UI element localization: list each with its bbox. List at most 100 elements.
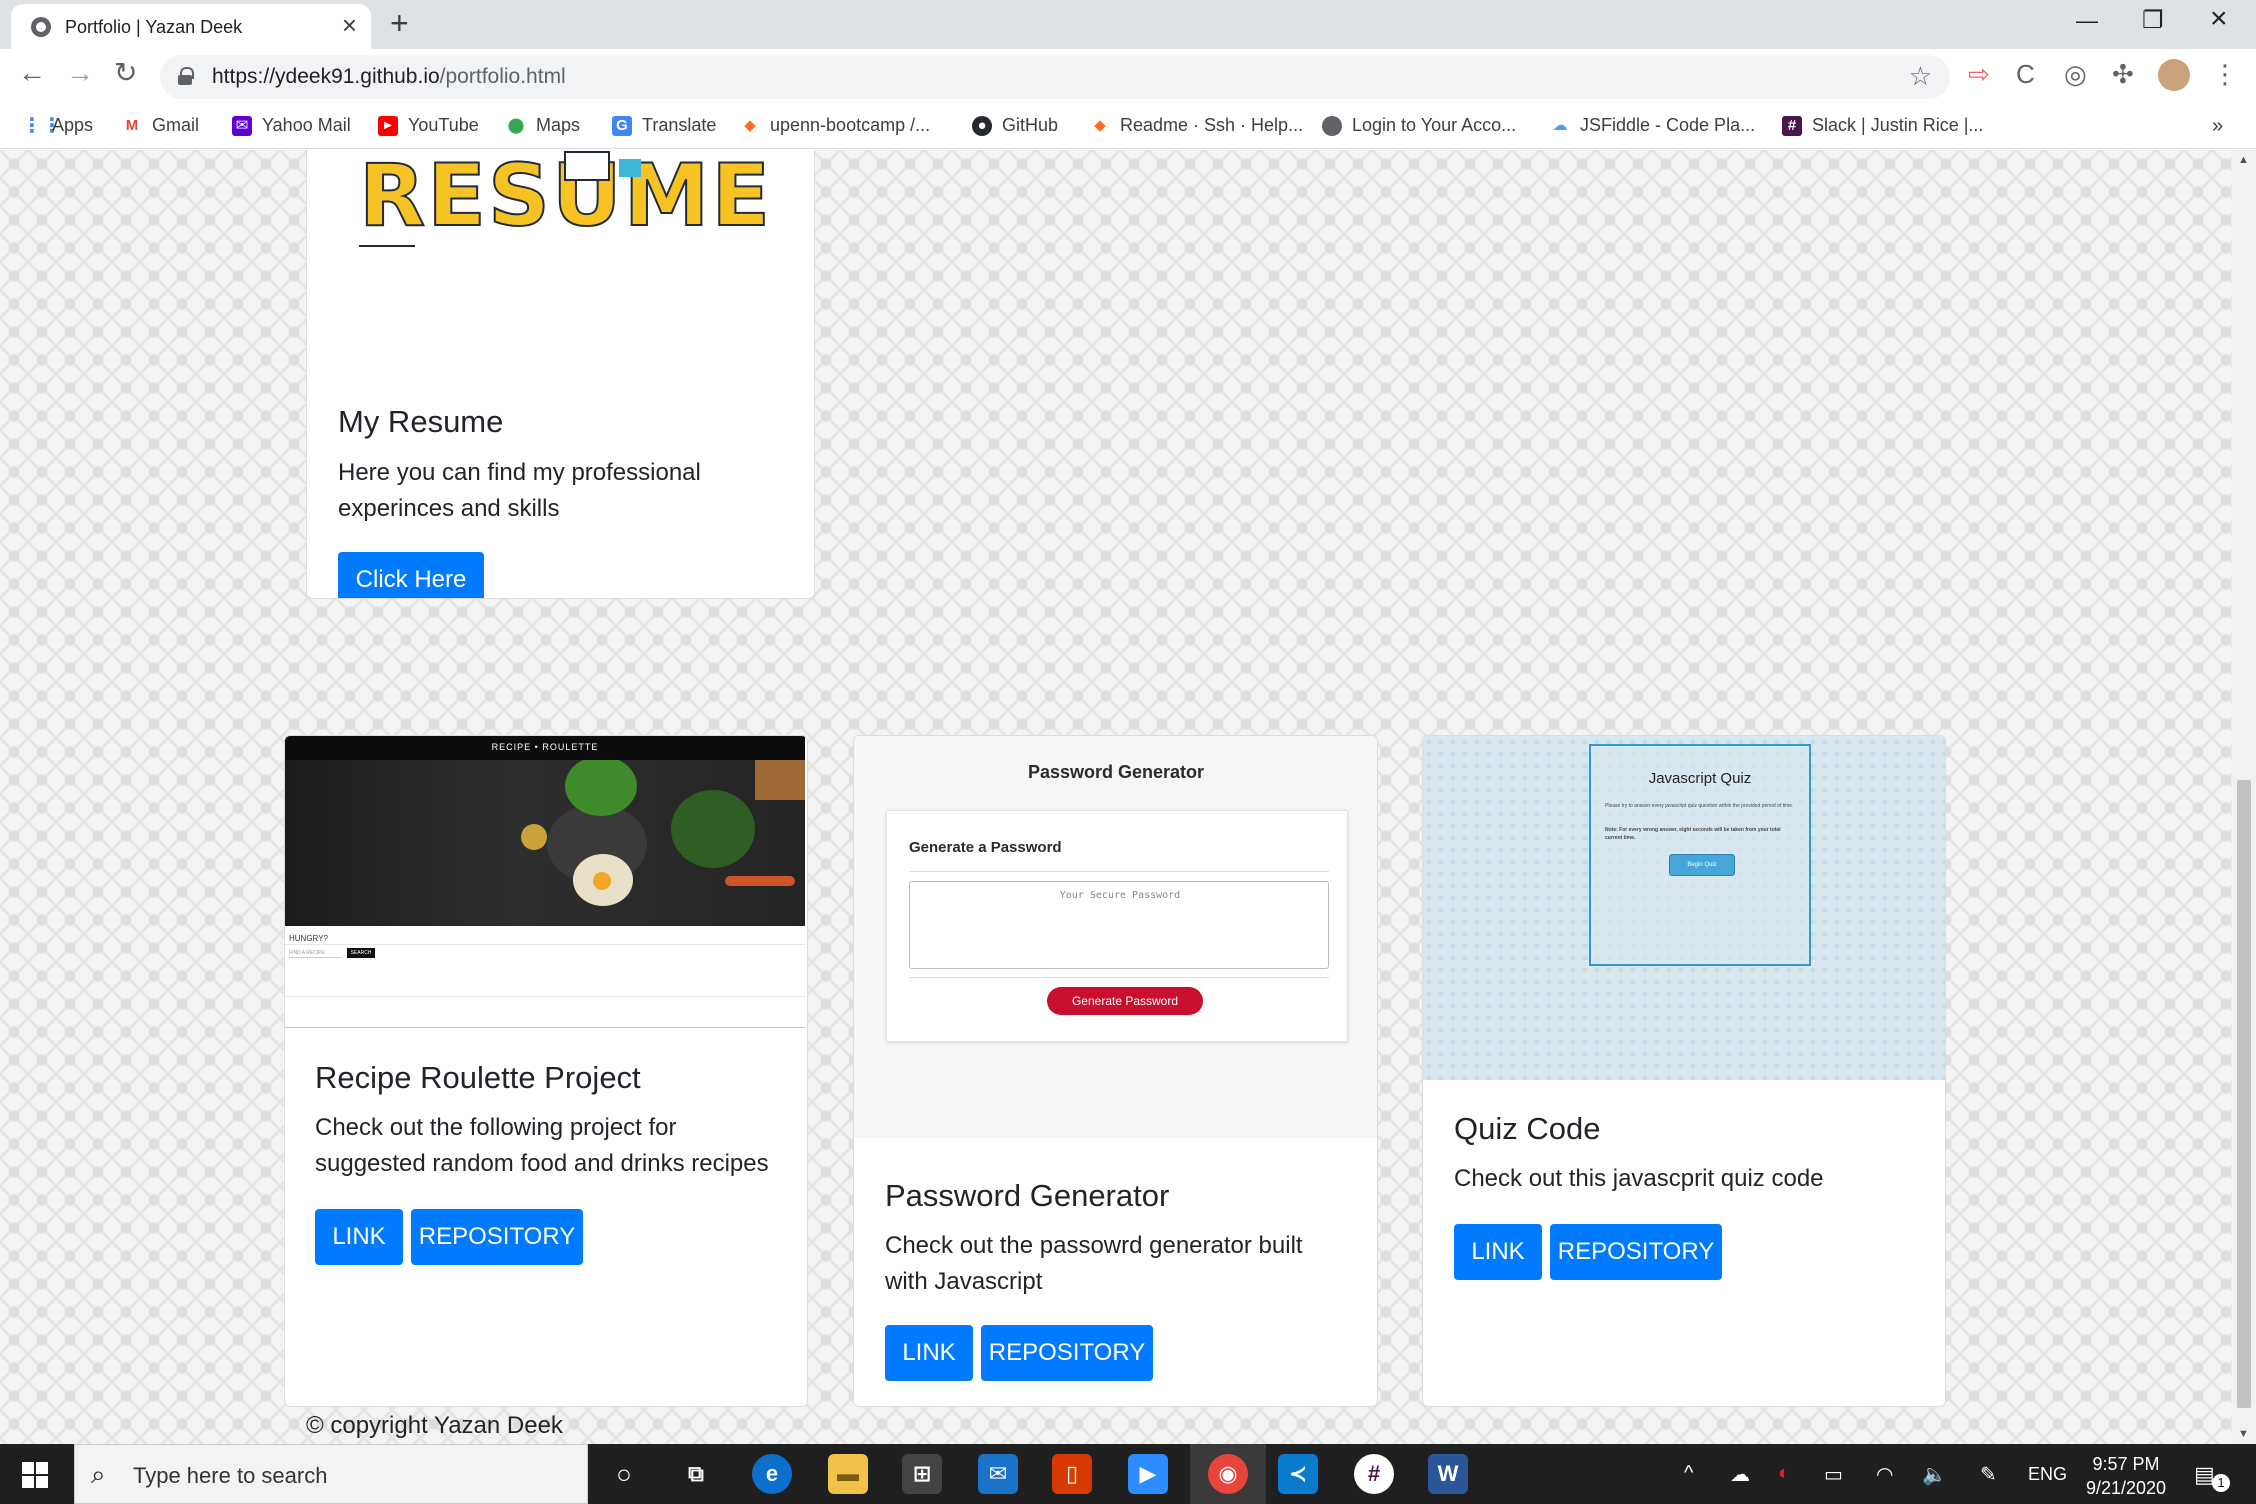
extension-circle-icon[interactable]: ◎ xyxy=(2064,61,2087,87)
taskbar-search-box[interactable]: ⌕ Type here to search xyxy=(74,1444,588,1504)
chrome-icon[interactable]: ◉ xyxy=(1208,1454,1248,1494)
vscode-icon[interactable]: ≺ xyxy=(1278,1454,1318,1494)
mail-icon[interactable]: ✉ xyxy=(978,1454,1018,1494)
document-icon xyxy=(564,151,610,181)
browser-toolbar: ← → ↻ https://ydeek91.github.io/portfoli… xyxy=(0,49,2256,105)
password-card-text: Check out the passowrd generator built w… xyxy=(885,1232,1303,1295)
screenshot-quiz-box: Javascript Quiz Please try to answer eve… xyxy=(1589,744,1811,966)
word-icon[interactable]: W xyxy=(1428,1454,1468,1494)
taskbar-clock[interactable]: 9:57 PM 9/21/2020 xyxy=(2076,1452,2176,1500)
address-bar[interactable]: https://ydeek91.github.io/portfolio.html… xyxy=(160,55,1950,99)
bookmark-label: Translate xyxy=(642,115,717,135)
bookmark-translate[interactable]: G Translate xyxy=(612,115,716,136)
show-hidden-icons-chevron-icon[interactable]: ^ xyxy=(1684,1462,1693,1485)
edge-browser-icon[interactable]: e xyxy=(752,1454,792,1494)
bookmark-readme-ssh[interactable]: ◆ Readme · Ssh · Help... xyxy=(1090,115,1303,136)
quiz-card-title: Quiz Code xyxy=(1454,1111,1601,1146)
screenshot-header: RECIPE • ROULETTE xyxy=(285,736,805,760)
scroll-down-arrow-icon[interactable]: ▼ xyxy=(2238,1428,2249,1440)
windows-start-icon[interactable] xyxy=(22,1462,48,1488)
microsoft-store-icon[interactable]: ⊞ xyxy=(902,1454,942,1494)
resume-click-here-button[interactable]: Click Here xyxy=(338,552,484,598)
reload-icon[interactable]: ↻ xyxy=(114,59,137,87)
bookmark-label: Apps xyxy=(52,115,94,135)
bookmark-label: Yahoo Mail xyxy=(262,115,351,135)
close-window-button[interactable]: × xyxy=(2210,2,2228,36)
language-indicator[interactable]: ENG xyxy=(2028,1464,2067,1485)
divider xyxy=(909,871,1329,872)
gitlab-icon: ◆ xyxy=(744,116,756,134)
bookmark-github[interactable]: ● GitHub xyxy=(972,115,1058,136)
puzzle-icon[interactable]: ✣ xyxy=(2112,61,2134,87)
notification-count-badge: 1 xyxy=(2212,1474,2230,1492)
office-icon[interactable]: ▯ xyxy=(1052,1454,1092,1494)
extension-c-icon[interactable]: C xyxy=(2016,61,2035,87)
scroll-up-arrow-icon[interactable]: ▲ xyxy=(2238,154,2249,166)
wifi-icon[interactable]: ◠ xyxy=(1876,1462,1893,1487)
slack-app-icon[interactable]: # xyxy=(1354,1454,1394,1494)
antivirus-icon[interactable]: ◐ xyxy=(1778,1462,1790,1485)
file-explorer-icon[interactable]: ▬ xyxy=(828,1454,868,1494)
close-tab-icon[interactable]: × xyxy=(342,12,357,38)
battery-icon[interactable]: ▭ xyxy=(1824,1462,1843,1487)
divider xyxy=(285,944,805,945)
bookmark-slack[interactable]: # Slack | Justin Rice |... xyxy=(1782,115,1983,136)
volume-icon[interactable]: 🔈 xyxy=(1922,1462,1947,1487)
clock-date: 9/21/2020 xyxy=(2085,1478,2167,1498)
bookmarks-bar: ⋮⋮ Apps M Gmail ✉ Yahoo Mail ▶ YouTube ⬤ Maps… xyxy=(0,105,2256,149)
bookmark-jsfiddle[interactable]: ☁ JSFiddle - Code Pla... xyxy=(1550,115,1756,136)
tab-portfolio[interactable]: Portfolio | Yazan Deek × xyxy=(11,4,371,49)
divider xyxy=(285,996,805,997)
forward-arrow-icon[interactable]: → xyxy=(66,59,94,87)
password-link-button[interactable]: LINK xyxy=(885,1325,973,1381)
screenshot-quiz-line-1: Please try to answer every javascript qu… xyxy=(1605,803,1794,809)
peas-bowl xyxy=(565,760,637,816)
resume-image: RESUME xyxy=(358,150,771,247)
resume-card-text: Here you can find my professional experi… xyxy=(338,459,701,522)
bookmark-label: Gmail xyxy=(152,115,200,135)
cortana-icon[interactable]: ○ xyxy=(604,1454,644,1494)
quiz-repository-button[interactable]: REPOSITORY xyxy=(1550,1224,1722,1280)
profile-avatar[interactable] xyxy=(2158,59,2190,91)
zoom-icon[interactable]: ▶ xyxy=(1128,1454,1168,1494)
cast-extension-icon[interactable]: ⇨ xyxy=(1968,61,1990,87)
globe-icon xyxy=(1322,115,1342,136)
bookmark-maps[interactable]: ⬤ Maps xyxy=(506,115,580,136)
bookmark-label: Maps xyxy=(536,115,581,135)
bookmark-yahoo-mail[interactable]: ✉ Yahoo Mail xyxy=(232,115,351,136)
bookmark-gmail[interactable]: M Gmail xyxy=(122,115,199,136)
maps-pin-icon: ⬤ xyxy=(507,116,525,134)
bookmark-star-icon[interactable]: ☆ xyxy=(1909,61,1932,92)
task-view-icon[interactable]: ⧉ xyxy=(676,1454,716,1494)
password-repository-button[interactable]: REPOSITORY xyxy=(981,1325,1153,1381)
bookmark-youtube[interactable]: ▶ YouTube xyxy=(378,115,479,136)
screenshot-search-button: SEARCH xyxy=(347,948,375,958)
bookmark-login[interactable]: Login to Your Acco... xyxy=(1322,115,1516,136)
cloud-icon: ☁ xyxy=(1552,116,1568,134)
pen-icon[interactable]: ✎ xyxy=(1980,1462,1997,1487)
restore-button[interactable]: ❐ xyxy=(2142,6,2164,35)
back-arrow-icon[interactable]: ← xyxy=(18,59,46,87)
bookmark-apps[interactable]: ⋮⋮ Apps xyxy=(22,115,93,136)
javascript-quiz-screenshot: Javascript Quiz Please try to answer eve… xyxy=(1423,736,1945,1080)
footer-copyright: © copyright Yazan Deek xyxy=(306,1412,563,1439)
cutting-board xyxy=(755,760,805,800)
menu-dots-icon[interactable]: ⋮ xyxy=(2212,61,2238,87)
recipe-link-button[interactable]: LINK xyxy=(315,1209,403,1265)
onedrive-cloud-icon[interactable]: ☁ xyxy=(1730,1462,1750,1487)
minimize-button[interactable]: — xyxy=(2076,8,2098,34)
beans-pan xyxy=(671,790,755,868)
screenshot-heading: Password Generator xyxy=(1027,762,1205,782)
quiz-link-button[interactable]: LINK xyxy=(1454,1224,1542,1280)
screenshot-card: Generate a Password Your Secure Password… xyxy=(886,810,1348,1042)
new-tab-button[interactable]: + xyxy=(390,7,409,39)
youtube-icon: ▶ xyxy=(378,115,398,136)
more-bookmarks-chevron-icon[interactable]: » xyxy=(2212,115,2223,138)
recipe-repository-button[interactable]: REPOSITORY xyxy=(411,1209,583,1265)
screenshot-hungry-text: HUNGRY? xyxy=(289,934,328,943)
recipe-card-title: Recipe Roulette Project xyxy=(315,1060,641,1095)
page-scrollbar[interactable]: ▲ ▼ xyxy=(2232,150,2256,1444)
screenshot-generate-button: Generate Password xyxy=(1047,987,1203,1015)
scrollbar-thumb[interactable] xyxy=(2237,780,2251,1408)
bookmark-upenn-bootcamp[interactable]: ◆ upenn-bootcamp /... xyxy=(740,115,930,136)
